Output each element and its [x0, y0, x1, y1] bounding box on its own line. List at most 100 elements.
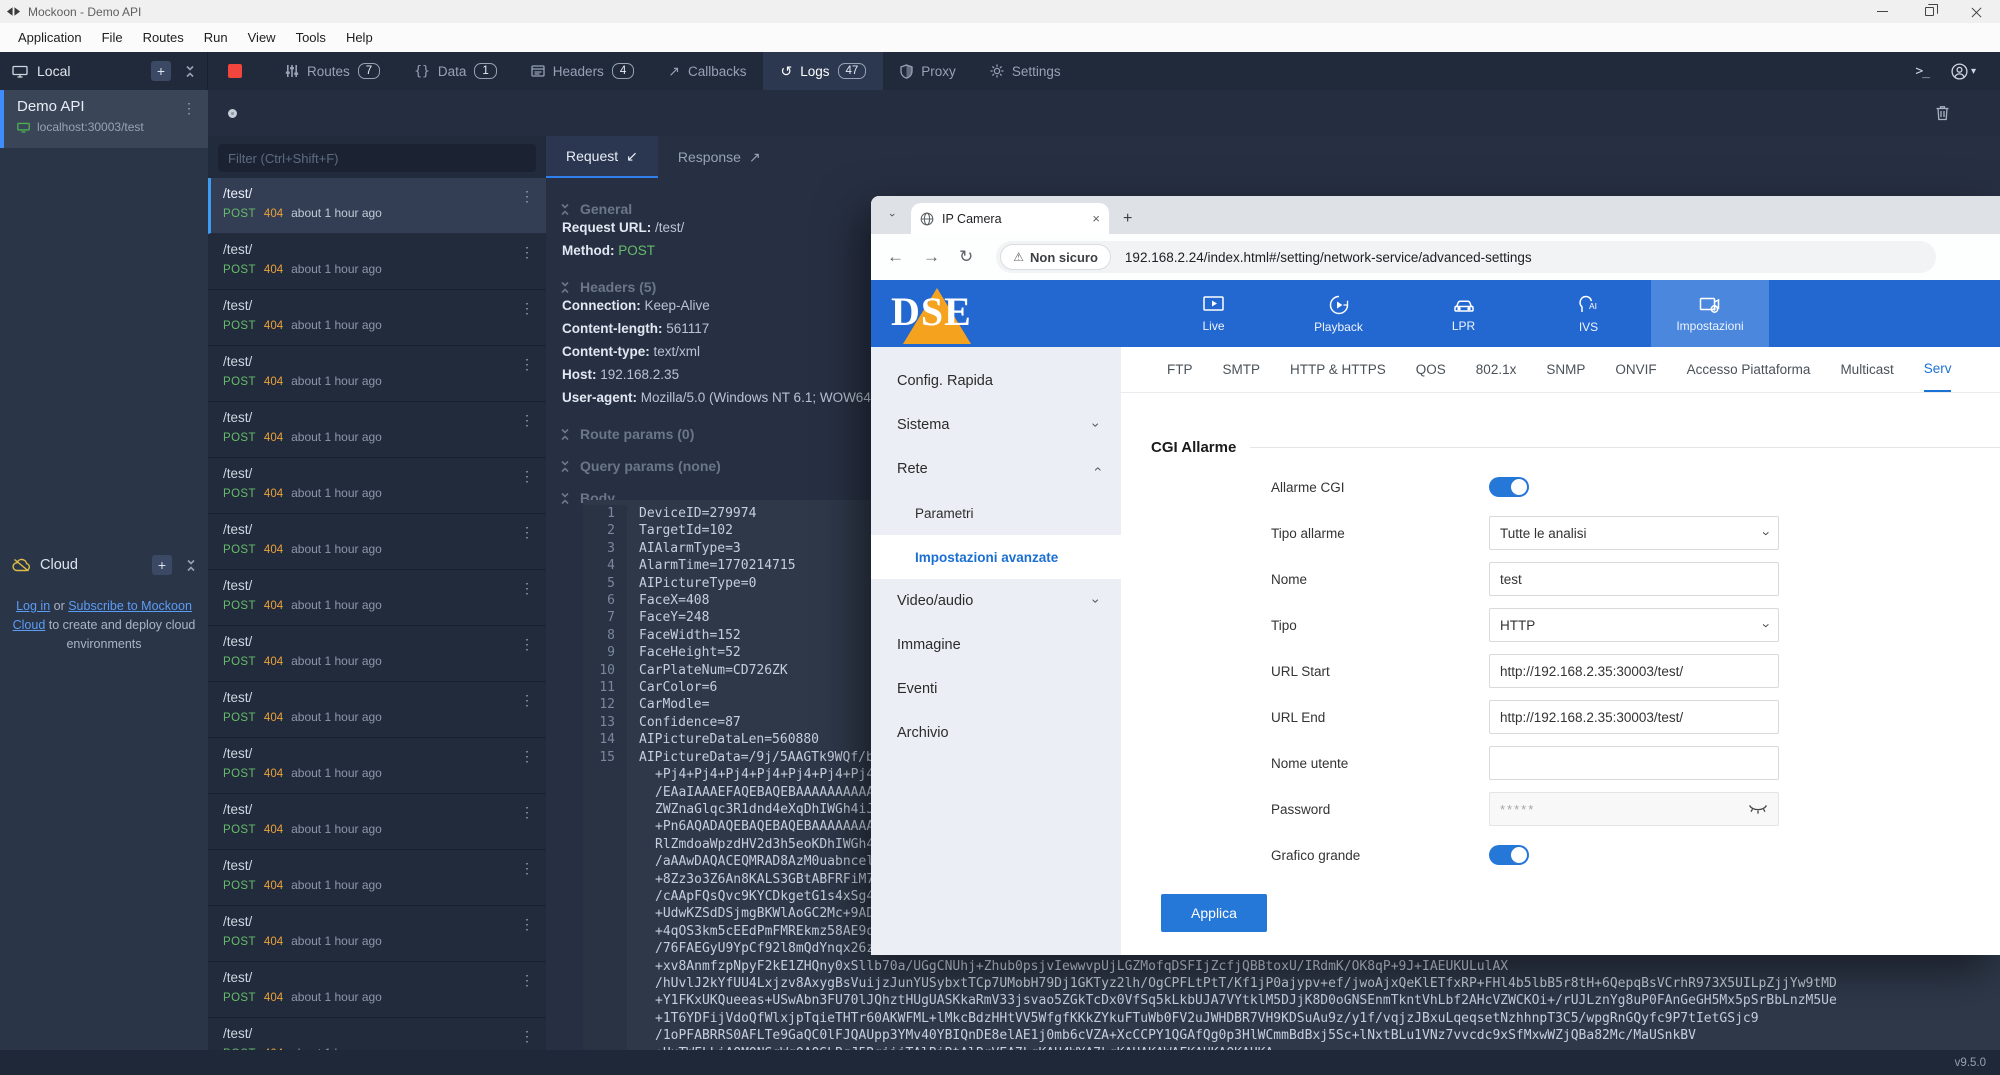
browser-tab-ip-camera[interactable]: IP Camera × [911, 203, 1109, 234]
log-entry-kebab-icon[interactable]: ⋮ [520, 860, 534, 877]
toolbar-tab-headers[interactable]: Headers4 [514, 52, 651, 90]
log-entry[interactable]: /test/POST404about 1 hour ago⋮ [208, 850, 546, 906]
camera-nav-playback[interactable]: Playback [1276, 280, 1401, 347]
url-end-field[interactable]: http://192.168.2.35:30003/test/ [1489, 700, 1779, 734]
applica-button[interactable]: Applica [1161, 894, 1267, 932]
menu-item-file[interactable]: File [92, 30, 133, 45]
camera-nav-impostazioni[interactable]: Impostazioni [1651, 280, 1769, 347]
toolbar-tab-routes[interactable]: Routes7 [268, 52, 397, 90]
log-entry-kebab-icon[interactable]: ⋮ [520, 916, 534, 933]
log-entry[interactable]: /test/POST404about 1 hour ago⋮ [208, 178, 546, 234]
collapse-sidebar-icon[interactable] [185, 65, 195, 78]
login-link[interactable]: Log in [16, 599, 50, 613]
log-entry[interactable]: /test/POST404about 1 hour ago⋮ [208, 1018, 546, 1050]
log-entry-kebab-icon[interactable]: ⋮ [520, 468, 534, 485]
camera-menu-impostazioni-avanzate[interactable]: Impostazioni avanzate [871, 535, 1121, 579]
camera-tab-http-https[interactable]: HTTP & HTTPS [1290, 347, 1386, 392]
log-entry[interactable]: /test/POST404about 1 hour ago⋮ [208, 794, 546, 850]
camera-tab-accesso-piattaforma[interactable]: Accesso Piattaforma [1687, 347, 1811, 392]
log-entry-kebab-icon[interactable]: ⋮ [520, 804, 534, 821]
dse-logo[interactable]: DSE [889, 280, 1009, 347]
nome-utente-field[interactable] [1489, 746, 1779, 780]
clear-logs-trash-icon[interactable] [1935, 105, 1950, 121]
log-entry[interactable]: /test/POST404about 1 hour ago⋮ [208, 402, 546, 458]
log-entry-kebab-icon[interactable]: ⋮ [520, 356, 534, 373]
log-entry-kebab-icon[interactable]: ⋮ [520, 580, 534, 597]
log-entry[interactable]: /test/POST404about 1 hour ago⋮ [208, 570, 546, 626]
tab-response[interactable]: Response ↗ [658, 136, 781, 178]
log-entry-kebab-icon[interactable]: ⋮ [520, 692, 534, 709]
menu-item-tools[interactable]: Tools [286, 30, 336, 45]
camera-menu-immagine[interactable]: Immagine [871, 623, 1121, 667]
toolbar-tab-settings[interactable]: Settings [973, 52, 1078, 90]
forward-icon[interactable]: → [923, 247, 940, 267]
toolbar-tab-proxy[interactable]: Proxy [883, 52, 973, 90]
log-entry[interactable]: /test/POST404about 1 hour ago⋮ [208, 290, 546, 346]
menu-item-view[interactable]: View [238, 30, 286, 45]
camera-tab-snmp[interactable]: SNMP [1546, 347, 1585, 392]
add-environment-button[interactable]: + [151, 61, 171, 81]
camera-tab-smtp[interactable]: SMTP [1223, 347, 1261, 392]
camera-menu-sistema[interactable]: Sistema› [871, 403, 1121, 447]
reload-icon[interactable]: ↻ [959, 247, 973, 267]
log-entry-kebab-icon[interactable]: ⋮ [520, 412, 534, 429]
tab-close-icon[interactable]: × [1092, 211, 1100, 226]
menu-item-help[interactable]: Help [336, 30, 383, 45]
toolbar-tab-data[interactable]: {}Data1 [397, 52, 514, 90]
camera-menu-parametri[interactable]: Parametri [871, 491, 1121, 535]
log-entry[interactable]: /test/POST404about 1 hour ago⋮ [208, 682, 546, 738]
camera-menu-eventi[interactable]: Eventi [871, 667, 1121, 711]
camera-tab-serv[interactable]: Serv [1924, 347, 1952, 392]
log-entry[interactable]: /test/POST404about 1 hour ago⋮ [208, 738, 546, 794]
log-entry-kebab-icon[interactable]: ⋮ [520, 748, 534, 765]
cloud-add-button[interactable]: + [152, 555, 172, 575]
log-entry[interactable]: /test/POST404about 1 hour ago⋮ [208, 626, 546, 682]
environment-item-demo-api[interactable]: Demo API localhost:30003/test ⋮ [0, 90, 208, 148]
log-entry-kebab-icon[interactable]: ⋮ [520, 524, 534, 541]
url-start-field[interactable]: http://192.168.2.35:30003/test/ [1489, 654, 1779, 688]
log-entry[interactable]: /test/POST404about 1 hour ago⋮ [208, 346, 546, 402]
tipo-select[interactable]: HTTP› [1489, 608, 1779, 642]
security-badge[interactable]: ⚠ Non sicuro [1000, 244, 1111, 270]
record-indicator-icon[interactable] [228, 109, 237, 118]
camera-menu-config-rapida[interactable]: Config. Rapida [871, 359, 1121, 403]
camera-tab-onvif[interactable]: ONVIF [1615, 347, 1656, 392]
nome-field[interactable]: test [1489, 562, 1779, 596]
terminal-icon[interactable]: >_ [1915, 64, 1929, 79]
account-button[interactable]: ▾ [1951, 63, 1976, 80]
cloud-collapse-icon[interactable] [186, 559, 196, 572]
log-entry-kebab-icon[interactable]: ⋮ [520, 972, 534, 989]
camera-nav-ivs[interactable]: AIIVS [1526, 280, 1651, 347]
log-entry[interactable]: /test/POST404about 1 hour ago⋮ [208, 962, 546, 1018]
camera-nav-lpr[interactable]: LPR [1401, 280, 1526, 347]
camera-nav-live[interactable]: Live [1151, 280, 1276, 347]
camera-tab-qos[interactable]: QOS [1416, 347, 1446, 392]
tab-search-chevron-icon[interactable]: › [886, 204, 898, 226]
log-entry[interactable]: /test/POST404about 1 hour ago⋮ [208, 458, 546, 514]
grafico-grande-toggle[interactable] [1489, 845, 1529, 865]
password-field[interactable]: ***** [1489, 792, 1779, 826]
camera-tab-ftp[interactable]: FTP [1167, 347, 1193, 392]
new-tab-button[interactable]: + [1123, 210, 1132, 228]
camera-menu-archivio[interactable]: Archivio [871, 711, 1121, 755]
url-omnibox[interactable]: ⚠ Non sicuro 192.168.2.24/index.html#/se… [996, 241, 1936, 273]
logs-filter-input[interactable] [218, 144, 536, 172]
menu-item-routes[interactable]: Routes [133, 30, 194, 45]
log-entry-kebab-icon[interactable]: ⋮ [520, 244, 534, 261]
log-entry[interactable]: /test/POST404about 1 hour ago⋮ [208, 514, 546, 570]
log-entry[interactable]: /test/POST404about 1 hour ago⋮ [208, 906, 546, 962]
tipo-allarme-select[interactable]: Tutte le analisi› [1489, 516, 1779, 550]
minimize-button[interactable] [1859, 0, 1906, 23]
camera-tab-802-1x[interactable]: 802.1x [1476, 347, 1517, 392]
log-entry-kebab-icon[interactable]: ⋮ [520, 1028, 534, 1045]
log-entry[interactable]: /test/POST404about 1 hour ago⋮ [208, 234, 546, 290]
stop-server-button[interactable] [228, 64, 242, 78]
toolbar-tab-logs[interactable]: ↺Logs47 [763, 52, 883, 90]
tab-request[interactable]: Request ↙ [546, 136, 658, 178]
camera-menu-video-audio[interactable]: Video/audio› [871, 579, 1121, 623]
log-entry-kebab-icon[interactable]: ⋮ [520, 300, 534, 317]
menu-item-application[interactable]: Application [8, 30, 92, 45]
toolbar-tab-callbacks[interactable]: ↗Callbacks [651, 52, 763, 90]
camera-tab-multicast[interactable]: Multicast [1840, 347, 1893, 392]
menu-item-run[interactable]: Run [194, 30, 238, 45]
